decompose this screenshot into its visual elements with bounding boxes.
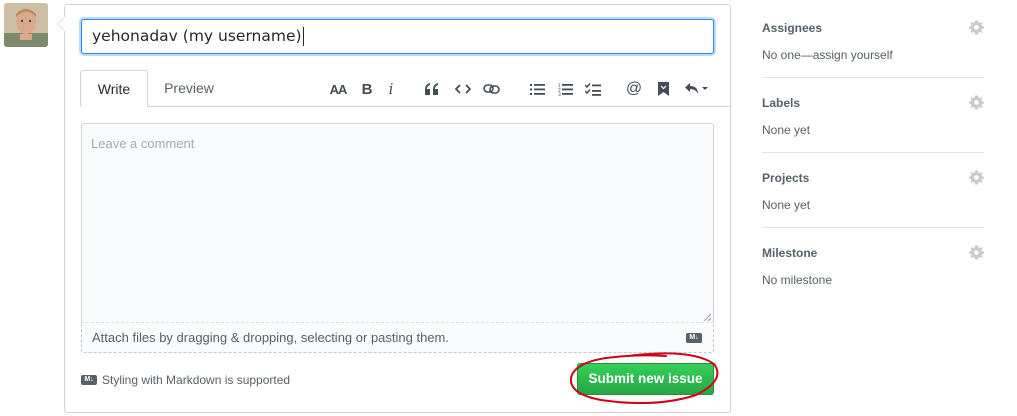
svg-text:3: 3 <box>558 92 561 96</box>
markdown-note-text: Styling with Markdown is supported <box>102 373 291 387</box>
sidebar-heading: Labels <box>762 96 801 110</box>
bulleted-list-icon[interactable] <box>528 78 546 100</box>
sidebar-labels: Labels None yet <box>762 95 984 137</box>
numbered-list-icon[interactable]: 123 <box>556 78 574 100</box>
markdown-note[interactable]: M↓ Styling with Markdown is supported <box>81 373 290 387</box>
attach-files-text: Attach files by dragging & dropping, sel… <box>92 330 449 345</box>
text-caret <box>302 27 304 46</box>
gear-icon[interactable] <box>969 20 984 35</box>
sidebar-milestone: Milestone No milestone <box>762 245 984 287</box>
sidebar-divider <box>762 152 984 153</box>
avatar-image <box>4 3 48 47</box>
quote-icon[interactable] <box>423 78 441 100</box>
task-list-icon[interactable] <box>584 78 602 100</box>
gear-icon[interactable] <box>969 95 984 110</box>
sidebar-projects: Projects None yet <box>762 170 984 212</box>
sidebar-divider <box>762 227 984 228</box>
sidebar-divider <box>762 77 984 78</box>
mention-icon[interactable]: @ <box>625 78 643 100</box>
tab-preview[interactable]: Preview <box>152 70 226 107</box>
assign-yourself-link[interactable]: No one—assign yourself <box>762 48 893 62</box>
code-icon[interactable] <box>454 78 472 100</box>
sidebar-value: No milestone <box>762 273 833 287</box>
sidebar-heading: Milestone <box>762 246 818 260</box>
sidebar-heading: Assignees <box>762 21 823 35</box>
markdown-icon: M↓ <box>81 375 97 385</box>
comment-placeholder: Leave a comment <box>91 136 195 151</box>
comment-box-pointer <box>57 16 65 32</box>
gear-icon[interactable] <box>969 245 984 260</box>
text-size-icon[interactable]: AA <box>328 78 348 100</box>
gear-icon[interactable] <box>969 170 984 185</box>
sidebar-assignees: Assignees No one—assign yourself <box>762 20 984 62</box>
markdown-icon: M↓ <box>686 333 702 343</box>
new-issue-page: yehonadav (my username) Write Preview AA… <box>0 0 1017 416</box>
submit-issue-button[interactable]: Submit new issue <box>577 363 714 395</box>
sidebar-value: None yet <box>762 123 811 137</box>
attach-files-bar[interactable]: Attach files by dragging & dropping, sel… <box>81 322 714 353</box>
saved-reply-icon[interactable] <box>655 78 671 100</box>
sidebar-heading: Projects <box>762 171 810 185</box>
resize-handle-icon[interactable] <box>703 313 711 321</box>
italic-icon[interactable]: i <box>385 78 397 100</box>
avatar[interactable] <box>4 3 48 47</box>
sidebar-value: None yet <box>762 198 811 212</box>
issue-title-input[interactable]: yehonadav (my username) <box>81 19 714 54</box>
bold-icon[interactable]: B <box>360 78 374 100</box>
comment-textarea[interactable]: Leave a comment <box>81 123 714 323</box>
issue-title-text: yehonadav (my username) <box>92 27 302 45</box>
reply-icon[interactable] <box>683 78 709 100</box>
tab-write[interactable]: Write <box>80 70 148 107</box>
link-icon[interactable] <box>482 78 500 100</box>
